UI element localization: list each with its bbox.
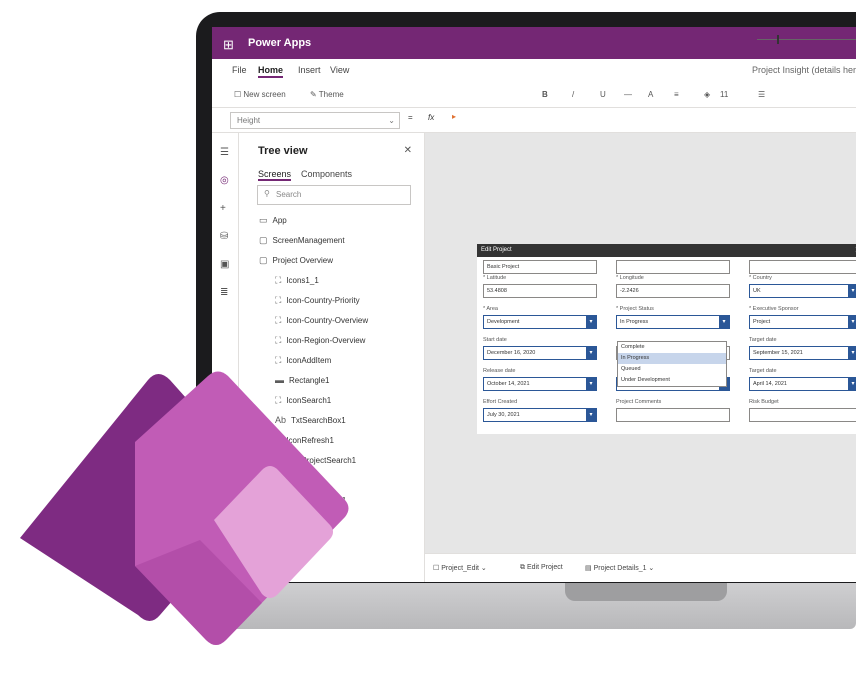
power-apps-logo <box>20 371 349 645</box>
